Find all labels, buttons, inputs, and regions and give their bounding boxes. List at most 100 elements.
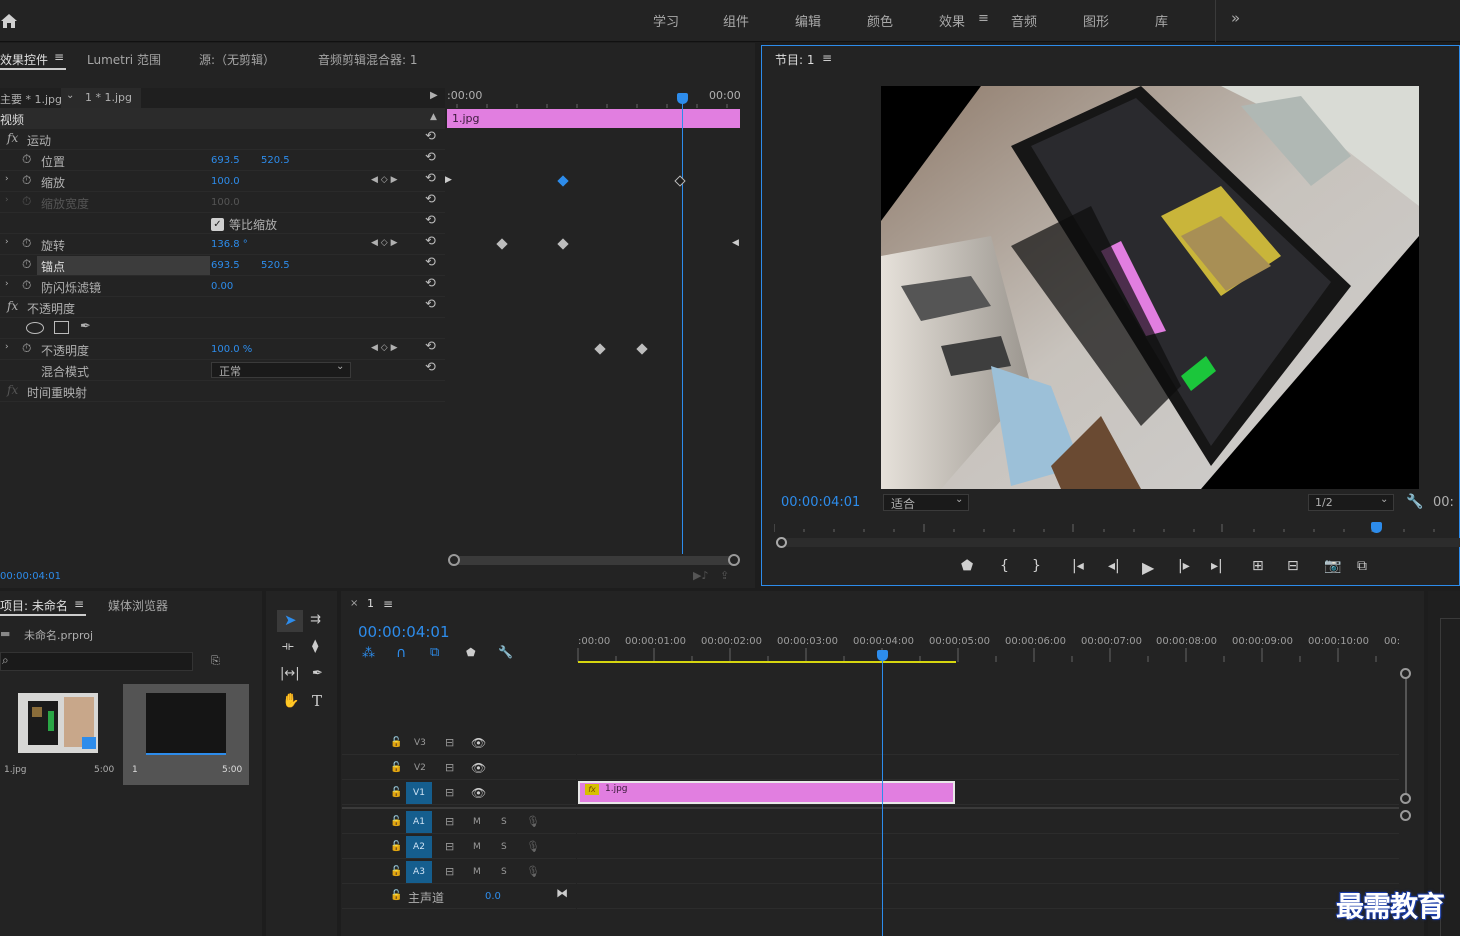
workspace-learning[interactable]: 学习 xyxy=(653,11,679,30)
reset-icon[interactable]: ⟲ xyxy=(425,150,436,165)
type-tool-icon[interactable]: T xyxy=(312,692,322,710)
panel-menu-icon[interactable]: ≡ xyxy=(74,597,84,611)
nest-icon[interactable]: ⁂ xyxy=(362,646,375,661)
more-workspaces-icon[interactable]: » xyxy=(1231,9,1240,27)
workspace-assembly[interactable]: 组件 xyxy=(723,11,749,30)
mark-in-icon[interactable]: { xyxy=(1000,558,1009,574)
track-lane-v3[interactable] xyxy=(577,731,1399,755)
track-header-v2[interactable] xyxy=(342,756,576,780)
fx-icon[interactable]: fx xyxy=(7,299,18,313)
panel-menu-icon[interactable]: ≡ xyxy=(822,51,832,65)
prev-keyframe-icon[interactable]: ◀ ◇ ▶ xyxy=(371,175,398,185)
reset-icon[interactable]: ⟲ xyxy=(425,297,436,312)
tab-lumetri-scopes[interactable]: Lumetri 范围 xyxy=(87,51,161,68)
ec-clip-bar[interactable] xyxy=(447,109,740,128)
reset-icon[interactable]: ⟲ xyxy=(425,213,436,228)
program-time-ruler[interactable] xyxy=(774,520,1460,532)
play-icon[interactable]: ▶ xyxy=(1142,558,1154,577)
anchor-y-value[interactable]: 520.5 xyxy=(261,260,290,271)
track-lane-v2[interactable] xyxy=(577,756,1399,780)
ec-playhead[interactable] xyxy=(682,94,683,554)
effect-row-motion[interactable] xyxy=(0,129,445,150)
expand-chevron-icon[interactable]: › xyxy=(5,342,9,352)
track-header-a1[interactable] xyxy=(342,810,576,834)
go-to-out-icon[interactable]: ▸| xyxy=(1211,558,1223,574)
track-lane-a1[interactable] xyxy=(577,810,1399,834)
razor-tool-icon[interactable]: ⧫ xyxy=(312,639,318,654)
audio-toggle-icon[interactable]: ▶♪ xyxy=(693,569,708,582)
program-playhead[interactable] xyxy=(1371,522,1382,533)
scroll-handle[interactable] xyxy=(1400,668,1411,679)
track-lane-a3[interactable] xyxy=(577,860,1399,884)
close-tab-icon[interactable]: × xyxy=(350,598,358,609)
collapse-arrow-icon[interactable]: ▲ xyxy=(430,112,437,122)
hand-tool-icon[interactable]: ✋ xyxy=(282,693,299,709)
lock-icon[interactable]: 🔓 xyxy=(390,866,402,877)
track-target-a2[interactable]: A2 xyxy=(406,836,432,858)
export-icon[interactable]: ⇪ xyxy=(720,569,729,582)
microphone-icon[interactable]: 🎙 xyxy=(526,815,540,828)
snap-magnet-icon[interactable]: ∩ xyxy=(396,645,406,661)
go-to-in-icon[interactable]: |◂ xyxy=(1072,558,1084,574)
mute-button[interactable]: M xyxy=(473,817,481,827)
track-select-tool-icon[interactable]: ⇉ xyxy=(310,612,321,627)
program-timecode[interactable]: 00:00:04:01 xyxy=(781,495,860,510)
new-bin-icon[interactable]: ⎘ xyxy=(211,654,220,668)
mark-out-icon[interactable]: } xyxy=(1032,558,1041,574)
eye-icon[interactable]: 👁 xyxy=(471,736,486,750)
track-header-a3[interactable] xyxy=(342,860,576,884)
panel-menu-icon[interactable]: ≡ xyxy=(383,597,393,611)
expand-arrow-icon[interactable]: ▶ xyxy=(430,90,438,101)
sync-lock-icon[interactable]: ⊟ xyxy=(445,786,454,799)
timeline-tab[interactable]: 1 xyxy=(367,597,374,610)
ec-zoom-scrollbar[interactable] xyxy=(452,556,734,565)
camera-icon[interactable]: 📷 xyxy=(1324,558,1341,574)
stopwatch-icon[interactable]: ⏱ xyxy=(22,278,31,293)
stopwatch-icon[interactable]: ⏱ xyxy=(22,173,31,188)
linked-selection-icon[interactable]: ⧉ xyxy=(430,645,439,660)
mute-button[interactable]: M xyxy=(473,867,481,877)
video-vertical-scrollbar[interactable] xyxy=(1405,672,1407,799)
lock-icon[interactable]: 🔓 xyxy=(390,890,402,901)
lock-icon[interactable]: 🔓 xyxy=(390,787,402,798)
expand-chevron-icon[interactable]: › xyxy=(5,174,9,184)
workspace-graphics[interactable]: 图形 xyxy=(1083,11,1109,30)
fx-icon[interactable]: fx xyxy=(7,383,18,397)
microphone-icon[interactable]: 🎙 xyxy=(526,840,540,853)
microphone-icon[interactable]: 🎙 xyxy=(526,865,540,878)
sync-lock-icon[interactable]: ⊟ xyxy=(445,815,454,828)
track-header-v1[interactable] xyxy=(342,781,576,805)
master-volume-value[interactable]: 0.0 xyxy=(485,891,501,902)
solo-button[interactable]: S xyxy=(501,842,507,852)
stopwatch-icon[interactable]: ⏱ xyxy=(22,257,31,272)
timeline-timecode[interactable]: 00:00:04:01 xyxy=(358,623,450,641)
track-header-master[interactable] xyxy=(342,885,576,909)
insert-icon[interactable]: ⊞ xyxy=(1252,558,1264,574)
lock-icon[interactable]: 🔓 xyxy=(390,737,402,748)
sync-lock-icon[interactable]: ⊟ xyxy=(445,840,454,853)
expand-chevron-icon[interactable]: › xyxy=(5,279,9,289)
mute-button[interactable]: M xyxy=(473,842,481,852)
program-video-frame[interactable] xyxy=(881,86,1419,489)
project-search-input[interactable] xyxy=(0,652,193,671)
position-y-value[interactable]: 520.5 xyxy=(261,155,290,166)
rotation-value[interactable]: 136.8 ° xyxy=(211,239,248,250)
scroll-handle-left[interactable] xyxy=(448,554,460,566)
tab-menu-icon[interactable]: ≡ xyxy=(54,50,64,64)
stopwatch-icon[interactable]: ⏱ xyxy=(22,152,31,167)
reset-icon[interactable]: ⟲ xyxy=(425,339,436,354)
selection-tool-icon[interactable]: ➤ xyxy=(284,611,297,629)
workspace-libraries[interactable]: 库 xyxy=(1155,11,1168,30)
scroll-handle[interactable] xyxy=(1400,810,1411,821)
tab-media-browser[interactable]: 媒体浏览器 xyxy=(108,597,168,614)
program-zoom-bar[interactable] xyxy=(780,538,1460,547)
ellipse-mask-icon[interactable] xyxy=(26,322,44,334)
zoom-handle[interactable] xyxy=(776,537,787,548)
solo-button[interactable]: S xyxy=(501,867,507,877)
tab-source[interactable]: 源:（无剪辑） xyxy=(199,51,275,68)
reset-icon[interactable]: ⟲ xyxy=(425,129,436,144)
sequence-clip-label[interactable]: 1 * 1.jpg xyxy=(85,91,132,104)
home-icon[interactable] xyxy=(0,12,18,30)
pen-mask-icon[interactable]: ✒ xyxy=(80,319,91,334)
ec-playhead-handle[interactable] xyxy=(677,93,688,104)
